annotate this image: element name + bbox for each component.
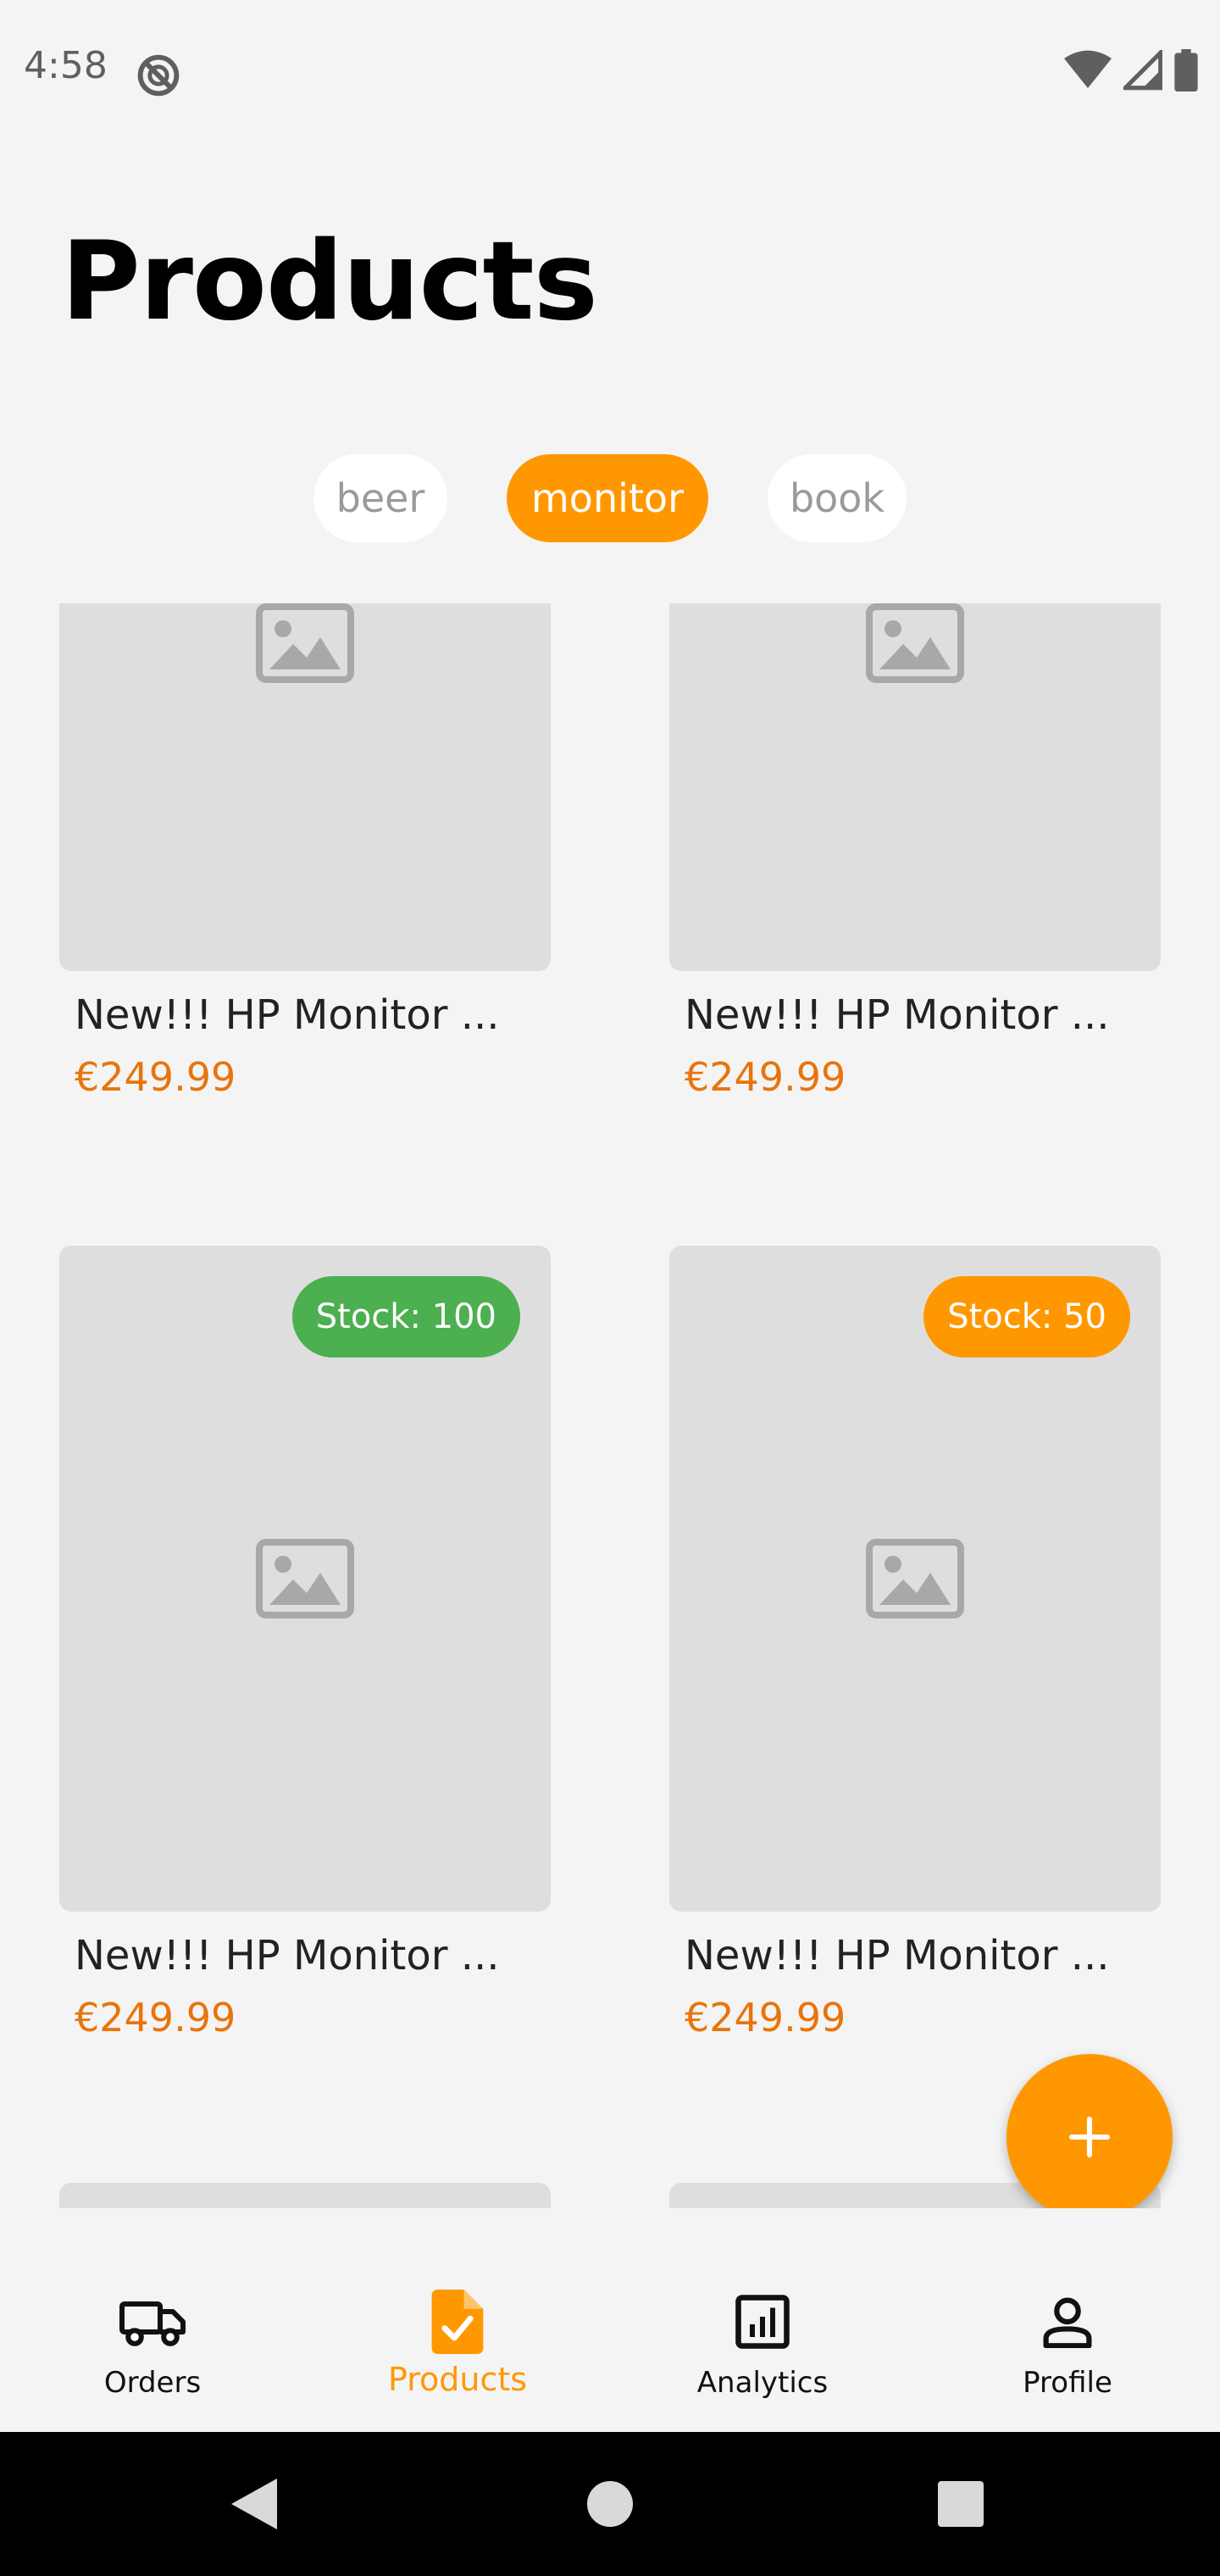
- add-product-button[interactable]: [1006, 2054, 1173, 2220]
- page-title: Products: [61, 219, 598, 345]
- do-not-disturb-icon: [137, 54, 180, 97]
- back-button[interactable]: [169, 2432, 339, 2576]
- product-image: [59, 2183, 551, 2208]
- home-icon: [587, 2481, 633, 2527]
- product-price: €249.99: [685, 1995, 846, 2040]
- nav-analytics[interactable]: Analytics: [610, 2208, 915, 2432]
- status-time: 4:58: [24, 44, 108, 87]
- product-price: €249.99: [75, 1995, 236, 2040]
- product-card[interactable]: Stock: 50 New!!! HP Monitor ... €249.99: [669, 1246, 1161, 2040]
- signal-icon: [1123, 50, 1162, 91]
- product-title: New!!! HP Monitor ...: [75, 991, 500, 1039]
- person-icon: [1043, 2297, 1092, 2348]
- product-title: New!!! HP Monitor ...: [685, 1932, 1110, 1979]
- recents-button[interactable]: [876, 2432, 1045, 2576]
- chart-icon: [735, 2295, 790, 2349]
- product-image: [59, 603, 551, 971]
- chip-book[interactable]: book: [768, 454, 907, 542]
- product-card[interactable]: Stock: 100 New!!! HP Monitor ... €249.99: [59, 1246, 551, 2040]
- plus-icon: [1068, 2116, 1111, 2158]
- nav-profile[interactable]: Profile: [915, 2208, 1220, 2432]
- category-chips: beer monitor book: [0, 454, 1220, 542]
- product-title: New!!! HP Monitor ...: [75, 1932, 500, 1979]
- product-price: €249.99: [75, 1054, 236, 1100]
- nav-label: Products: [387, 2361, 528, 2398]
- product-card[interactable]: New!!! HP Monitor ... €249.99: [59, 603, 551, 1100]
- wifi-icon: [1064, 50, 1112, 88]
- image-placeholder-icon: [256, 1539, 354, 1618]
- bottom-navigation: Orders Products Analytics Profile: [0, 2208, 1220, 2432]
- nav-products[interactable]: Products: [305, 2208, 610, 2432]
- image-placeholder-icon: [866, 1539, 964, 1618]
- status-bar: 4:58: [0, 0, 1220, 144]
- back-icon: [231, 2479, 277, 2529]
- chip-monitor[interactable]: monitor: [507, 454, 708, 542]
- nav-orders[interactable]: Orders: [0, 2208, 305, 2432]
- product-title: New!!! HP Monitor ...: [685, 991, 1110, 1039]
- home-button[interactable]: [525, 2432, 695, 2576]
- screen: 4:58 Products beer monitor book New!!! H…: [0, 0, 1220, 2576]
- image-placeholder-icon: [866, 603, 964, 683]
- product-grid: New!!! HP Monitor ... €249.99 New!!! HP …: [0, 603, 1220, 2208]
- recents-icon: [938, 2481, 984, 2527]
- product-doc-icon: [431, 2290, 484, 2354]
- nav-label: Orders: [103, 2366, 202, 2400]
- battery-icon: [1174, 49, 1198, 92]
- truck-icon: [119, 2301, 186, 2346]
- nav-label: Profile: [1023, 2366, 1112, 2400]
- product-image: [669, 603, 1161, 971]
- status-icons: [1064, 49, 1198, 92]
- product-card[interactable]: New!!! HP Monitor ... €249.99: [669, 603, 1161, 1100]
- image-placeholder-icon: [256, 603, 354, 683]
- stock-badge: Stock: 100: [291, 1276, 520, 1357]
- system-navigation-bar: [0, 2432, 1220, 2576]
- chip-beer[interactable]: beer: [313, 454, 447, 542]
- product-card[interactable]: [59, 2183, 551, 2208]
- product-image: Stock: 100: [59, 1246, 551, 1912]
- stock-badge: Stock: 50: [923, 1276, 1130, 1357]
- product-price: €249.99: [685, 1054, 846, 1100]
- product-image: Stock: 50: [669, 1246, 1161, 1912]
- nav-label: Analytics: [696, 2366, 829, 2400]
